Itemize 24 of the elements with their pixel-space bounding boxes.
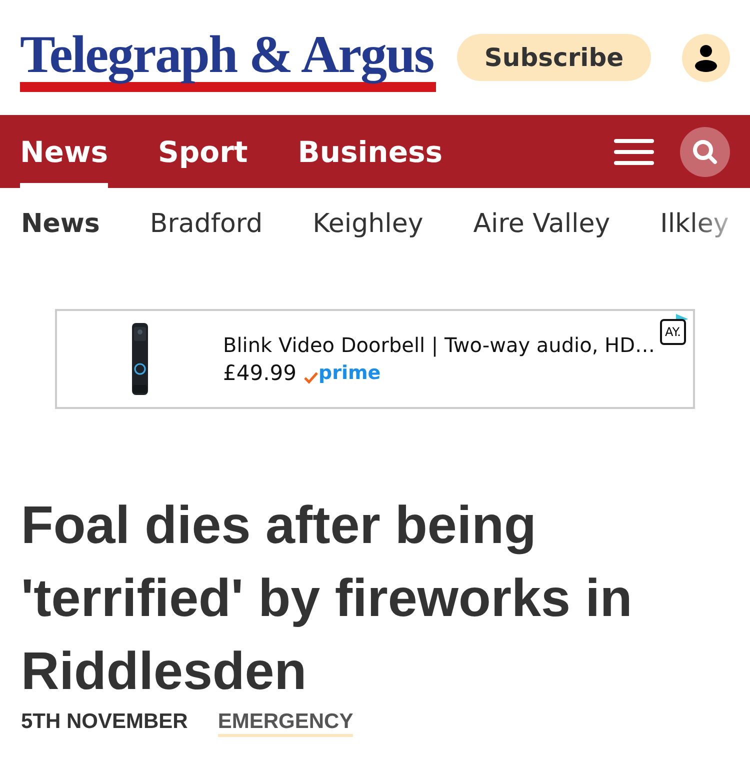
ad-label[interactable]: AY. bbox=[660, 319, 686, 345]
article-date: 5TH NOVEMBER bbox=[21, 710, 188, 735]
category-link[interactable]: EMERGENCY bbox=[218, 710, 354, 737]
section-link[interactable]: Ilkley bbox=[660, 209, 729, 239]
section-link[interactable]: News bbox=[21, 209, 100, 239]
tick-icon bbox=[304, 372, 318, 384]
product-price: £49.99 bbox=[223, 361, 296, 385]
account-button[interactable] bbox=[682, 34, 730, 82]
section-link[interactable]: Keighley bbox=[312, 209, 424, 239]
search-icon bbox=[692, 138, 718, 164]
search-button[interactable] bbox=[680, 126, 730, 176]
article-headline: Foal dies after being 'terrified' by fireworks in Riddlesden bbox=[21, 495, 634, 703]
ad-banner[interactable]: Blink Video Doorbell | Two-way audio, HD… £49.99 prime AY. bbox=[55, 309, 695, 409]
subscribe-button[interactable]: Subscribe bbox=[457, 34, 651, 81]
prime-label: prime bbox=[318, 362, 381, 384]
user-icon bbox=[694, 44, 718, 72]
nav-tab[interactable]: Business bbox=[298, 115, 443, 188]
site-logo[interactable]: Telegraph & Argus bbox=[20, 28, 436, 92]
section-link[interactable]: Aire Valley bbox=[473, 209, 610, 239]
menu-icon[interactable] bbox=[614, 136, 654, 166]
section-link[interactable]: Bradford bbox=[150, 209, 263, 239]
product-title: Blink Video Doorbell | Two-way audio, HD… bbox=[223, 333, 655, 357]
nav-tab[interactable]: News bbox=[20, 115, 108, 188]
nav-tab[interactable]: Sport bbox=[158, 115, 248, 188]
